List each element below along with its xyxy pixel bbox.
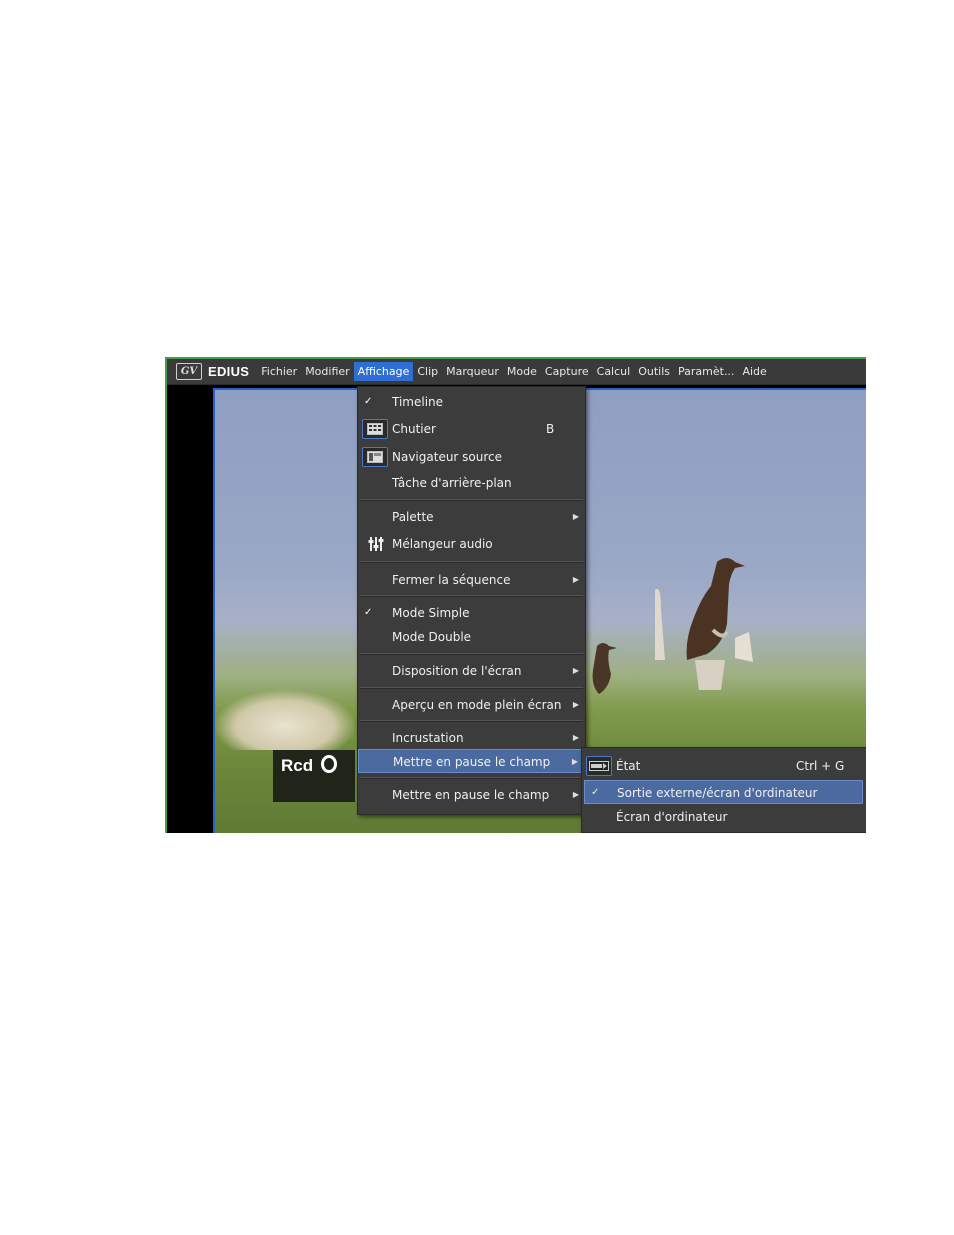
shortcut-label: B bbox=[546, 422, 555, 436]
submenu-arrow-icon: ▶ bbox=[572, 575, 579, 584]
menu-clip[interactable]: Clip bbox=[413, 362, 442, 381]
checkmark-icon: ✓ bbox=[591, 787, 600, 798]
menu-item-timeline[interactable]: ✓ Timeline bbox=[358, 390, 585, 414]
menu-item-melangeur-audio[interactable]: Mélangeur audio bbox=[358, 532, 585, 556]
menu-separator bbox=[360, 653, 583, 655]
menu-item-mode-simple[interactable]: ✓ Mode Simple bbox=[358, 601, 585, 625]
menu-item-mode-double[interactable]: Mode Double bbox=[358, 625, 585, 649]
bird-standing-image bbox=[655, 558, 753, 690]
menu-item-label: Tâche d'arrière-plan bbox=[392, 476, 512, 490]
menu-separator bbox=[360, 777, 583, 779]
menu-item-apercu-plein-ecran[interactable]: Aperçu en mode plein écran ▶ bbox=[358, 693, 585, 717]
audio-mixer-icon bbox=[368, 536, 384, 560]
source-browser-icon bbox=[362, 447, 388, 467]
menu-calcul[interactable]: Calcul bbox=[593, 362, 635, 381]
menu-item-label: Fermer la séquence bbox=[392, 573, 511, 587]
menu-item-disposition-ecran[interactable]: Disposition de l'écran ▶ bbox=[358, 659, 585, 683]
menu-capture[interactable]: Capture bbox=[541, 362, 593, 381]
menu-modifier[interactable]: Modifier bbox=[301, 362, 353, 381]
checkmark-icon: ✓ bbox=[364, 396, 373, 407]
submenu-arrow-icon: ▶ bbox=[572, 790, 579, 799]
pause-champ-submenu: État Ctrl + G ✓ Sortie externe/écran d'o… bbox=[581, 747, 866, 833]
menu-outils[interactable]: Outils bbox=[634, 362, 674, 381]
menu-bar: GV EDIUS Fichier Modifier Affichage Clip… bbox=[167, 359, 866, 385]
menu-item-incrustation[interactable]: Incrustation ▶ bbox=[358, 726, 585, 750]
menu-item-palette[interactable]: Palette ▶ bbox=[358, 505, 585, 529]
shortcut-label: Ctrl + G bbox=[796, 759, 845, 773]
affichage-dropdown: ✓ Timeline Chutier B Navigateur source T… bbox=[357, 386, 586, 815]
menu-item-label: Mettre en pause le champ bbox=[392, 788, 550, 802]
checkmark-icon: ✓ bbox=[364, 607, 373, 618]
menu-fichier[interactable]: Fichier bbox=[257, 362, 301, 381]
rcd-label: Rcd bbox=[281, 756, 314, 775]
submenu-item-label: Écran d'ordinateur bbox=[616, 810, 728, 824]
sand-patch bbox=[215, 690, 355, 750]
menu-separator bbox=[360, 595, 583, 597]
submenu-item-sortie-externe[interactable]: ✓ Sortie externe/écran d'ordinateur bbox=[584, 780, 863, 804]
submenu-arrow-icon: ▶ bbox=[572, 666, 579, 675]
submenu-arrow-icon: ▶ bbox=[571, 757, 578, 766]
menu-separator bbox=[360, 561, 583, 563]
rcd-overlay: Rcd bbox=[273, 750, 355, 802]
menu-marqueur[interactable]: Marqueur bbox=[442, 362, 503, 381]
menu-item-label: Chutier bbox=[392, 422, 436, 436]
menu-item-navigateur-source[interactable]: Navigateur source bbox=[358, 445, 585, 469]
menu-affichage[interactable]: Affichage bbox=[353, 362, 414, 381]
submenu-arrow-icon: ▶ bbox=[572, 733, 579, 742]
menu-parametres[interactable]: Paramèt... bbox=[674, 362, 738, 381]
status-icon bbox=[586, 756, 612, 776]
menu-mode[interactable]: Mode bbox=[503, 362, 541, 381]
menu-item-chutier[interactable]: Chutier B bbox=[358, 417, 585, 441]
menu-separator bbox=[360, 720, 583, 722]
submenu-item-label: État bbox=[616, 759, 641, 773]
menu-separator bbox=[360, 687, 583, 689]
submenu-arrow-icon: ▶ bbox=[572, 700, 579, 709]
menu-separator bbox=[360, 499, 583, 501]
menu-item-label: Disposition de l'écran bbox=[392, 664, 522, 678]
bird-small-image bbox=[592, 643, 617, 694]
menu-item-label: Palette bbox=[392, 510, 434, 524]
submenu-item-etat[interactable]: État Ctrl + G bbox=[582, 754, 866, 778]
submenu-item-ecran-ordinateur[interactable]: Écran d'ordinateur bbox=[582, 805, 866, 829]
menu-item-tache-arriere-plan[interactable]: Tâche d'arrière-plan bbox=[358, 471, 585, 495]
menu-item-pause-champ-highlighted[interactable]: Mettre en pause le champ ▶ bbox=[358, 749, 585, 773]
menu-item-label: Mode Double bbox=[392, 630, 472, 644]
menu-item-pause-champ[interactable]: Mettre en pause le champ ▶ bbox=[358, 783, 585, 807]
menu-item-label: Mélangeur audio bbox=[392, 537, 493, 551]
menu-item-label: Incrustation bbox=[392, 731, 464, 745]
menu-aide[interactable]: Aide bbox=[738, 362, 770, 381]
record-icon bbox=[321, 755, 338, 773]
menu-item-label: Aperçu en mode plein écran bbox=[392, 698, 562, 712]
menu-item-fermer-sequence[interactable]: Fermer la séquence ▶ bbox=[358, 568, 585, 592]
menu-item-label: Timeline bbox=[392, 395, 444, 409]
menu-item-label: Navigateur source bbox=[392, 450, 503, 464]
bin-icon bbox=[362, 419, 388, 439]
menu-item-label: Mettre en pause le champ bbox=[393, 755, 551, 769]
edius-window: GV EDIUS Fichier Modifier Affichage Clip… bbox=[165, 357, 866, 833]
app-brand: EDIUS bbox=[208, 364, 250, 379]
submenu-item-label: Sortie externe/écran d'ordinateur bbox=[617, 786, 818, 800]
submenu-arrow-icon: ▶ bbox=[572, 512, 579, 521]
menu-item-label: Mode Simple bbox=[392, 606, 470, 620]
gv-logo-icon: GV bbox=[176, 363, 202, 380]
